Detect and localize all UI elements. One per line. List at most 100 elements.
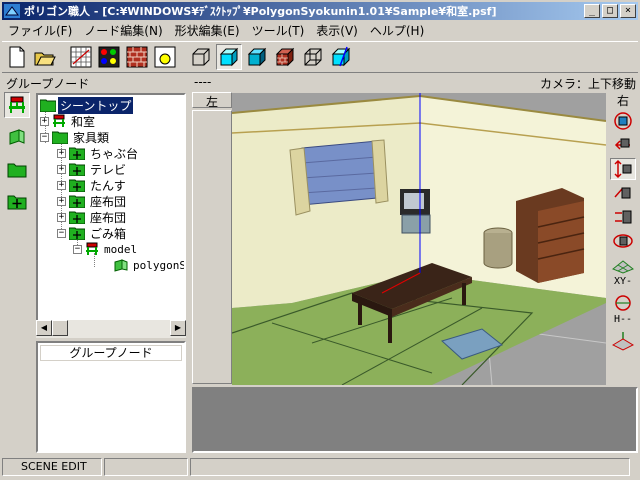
tree-node-item[interactable]: + ちゃぶ台 [57,145,140,161]
camera-rotate-icon [614,112,632,130]
tree-label-item: 座布団 [90,210,127,225]
xy-plane-label: XY- [613,276,633,287]
scroll-right-icon[interactable]: ▶ [170,320,186,336]
left-panel-header: グループノード [6,77,90,91]
tree-label-item: ちゃぶ台 [90,146,139,161]
brick-cube-icon [275,47,295,67]
wire-cube-button[interactable] [188,44,214,70]
tree-node-model[interactable]: − model [73,241,139,257]
open-folder-button[interactable] [32,44,58,70]
hint-button[interactable] [152,44,178,70]
tree-node-item[interactable]: + 座布団 [57,209,128,225]
model-node-icon [53,114,65,127]
camera-updown-icon [614,159,632,179]
tree-node-item[interactable]: − ごみ箱 [57,225,128,241]
scroll-left-icon[interactable]: ◀ [36,320,52,336]
brick-cube-button[interactable] [272,44,298,70]
solid-cube-button[interactable] [244,44,270,70]
menu-tools[interactable]: ツール(T) [246,22,311,39]
camera-zoom-icon [615,210,632,224]
tree-node-polygon[interactable]: polygonSe [114,257,184,273]
tree-label-model: model [104,242,138,256]
expand-toggle[interactable]: + [40,116,49,126]
cube-edit-icon [331,46,351,67]
camera-dolly-button[interactable] [610,182,636,204]
tree-label-item: たんす [90,178,126,193]
expand-toggle[interactable]: + [57,196,66,206]
brick-texture-icon [126,46,148,68]
transform-node-icon [69,227,85,240]
transform-node-icon [69,147,85,160]
collapse-toggle[interactable]: − [40,132,49,142]
minimize-button[interactable]: _ [584,4,600,18]
folder-icon [52,131,68,144]
rotation-reset-button[interactable] [610,292,636,314]
tree-node-scene-top[interactable]: シーントップ [40,96,134,114]
menu-shape-edit[interactable]: 形状編集(E) [169,22,246,39]
window-title: ポリゴン職人 - [C:¥WINDOWS¥ﾃﾞｽｸﾄｯﾌﾟ¥PolygonSyo… [24,5,497,18]
tree-horizontal-scrollbar[interactable]: ◀ ▶ [36,320,186,338]
camera-zoom-button[interactable] [610,206,636,228]
transform-node-icon [7,195,27,210]
camera-orbit-button[interactable] [610,230,636,252]
app-window: ポリゴン職人 - [C:¥WINDOWS¥ﾃﾞｽｸﾄｯﾌﾟ¥PolygonSyo… [0,0,640,480]
transparent-cube-button[interactable] [300,44,326,70]
transform-node-icon [69,163,85,176]
collapse-toggle[interactable]: − [73,244,82,254]
wire-cube-icon [192,48,210,66]
cyan-cube-button[interactable] [216,44,242,70]
transform-node-button[interactable] [4,188,30,214]
camera-tools: 右 XY- H-- [608,92,638,384]
folder-icon [40,99,56,112]
new-file-button[interactable] [4,44,30,70]
palette-button[interactable] [96,44,122,70]
folder-node-button[interactable] [4,156,30,182]
tree-node-furniture[interactable]: − 家具類 [40,129,111,145]
right-view-tab[interactable]: 右 [617,92,629,108]
camera-pan-icon [614,138,630,150]
grid-plane-button[interactable] [610,254,636,276]
transparent-cube-icon [304,48,322,66]
maximize-button[interactable]: □ [602,4,618,18]
brick-texture-button[interactable] [124,44,150,70]
menu-view[interactable]: 表示(V) [310,22,364,39]
left-view-body [192,110,232,384]
tree-label-furniture: 家具類 [73,130,110,145]
close-button[interactable]: × [620,4,636,18]
collapse-toggle[interactable]: − [57,228,66,238]
menu-file[interactable]: ファイル(F) [2,22,78,39]
polygon-node-button[interactable] [4,124,30,150]
model-node-icon [86,242,98,255]
tree-node-item[interactable]: + テレビ [57,161,128,177]
menu-help[interactable]: ヘルプ(H) [364,22,430,39]
expand-toggle[interactable]: + [57,180,66,190]
camera-rotate-button[interactable] [610,110,636,132]
grid-view-button[interactable] [68,44,94,70]
expand-toggle[interactable]: + [57,212,66,222]
solid-cube-icon [247,47,267,67]
palette-icon [98,46,120,68]
expand-toggle[interactable]: + [57,164,66,174]
status-cell-2 [104,458,188,476]
grid-plane-icon [612,260,634,274]
scene-tree[interactable]: シーントップ + 和室 − 家具類 + ちゃぶ台 + テレビ + たんす + 座… [36,93,186,338]
3d-viewport[interactable] [232,93,606,385]
title-bar[interactable]: ポリゴン職人 - [C:¥WINDOWS¥ﾃﾞｽｸﾄｯﾌﾟ¥PolygonSyo… [2,2,638,20]
camera-pan-button[interactable] [610,134,636,156]
tree-node-room[interactable]: + 和室 [40,113,97,129]
camera-mode-label: カメラ：上下移動 [539,77,636,91]
group-panel-title: グループノード [40,345,182,361]
expand-toggle[interactable]: + [57,148,66,158]
height-plane-button[interactable] [610,330,636,352]
tree-node-item[interactable]: + 座布団 [57,193,128,209]
model-node-button[interactable] [4,92,30,118]
left-view-tab[interactable]: 左 [192,92,232,109]
scroll-thumb[interactable] [52,320,68,336]
cube-edit-button[interactable] [328,44,354,70]
model-node-icon [9,96,25,113]
node-type-bar [4,92,32,382]
bottom-info-panel [192,387,638,453]
menu-node-edit[interactable]: ノード編集(N) [78,22,168,39]
camera-updown-button[interactable] [610,158,636,180]
tree-node-item[interactable]: + たんす [57,177,128,193]
